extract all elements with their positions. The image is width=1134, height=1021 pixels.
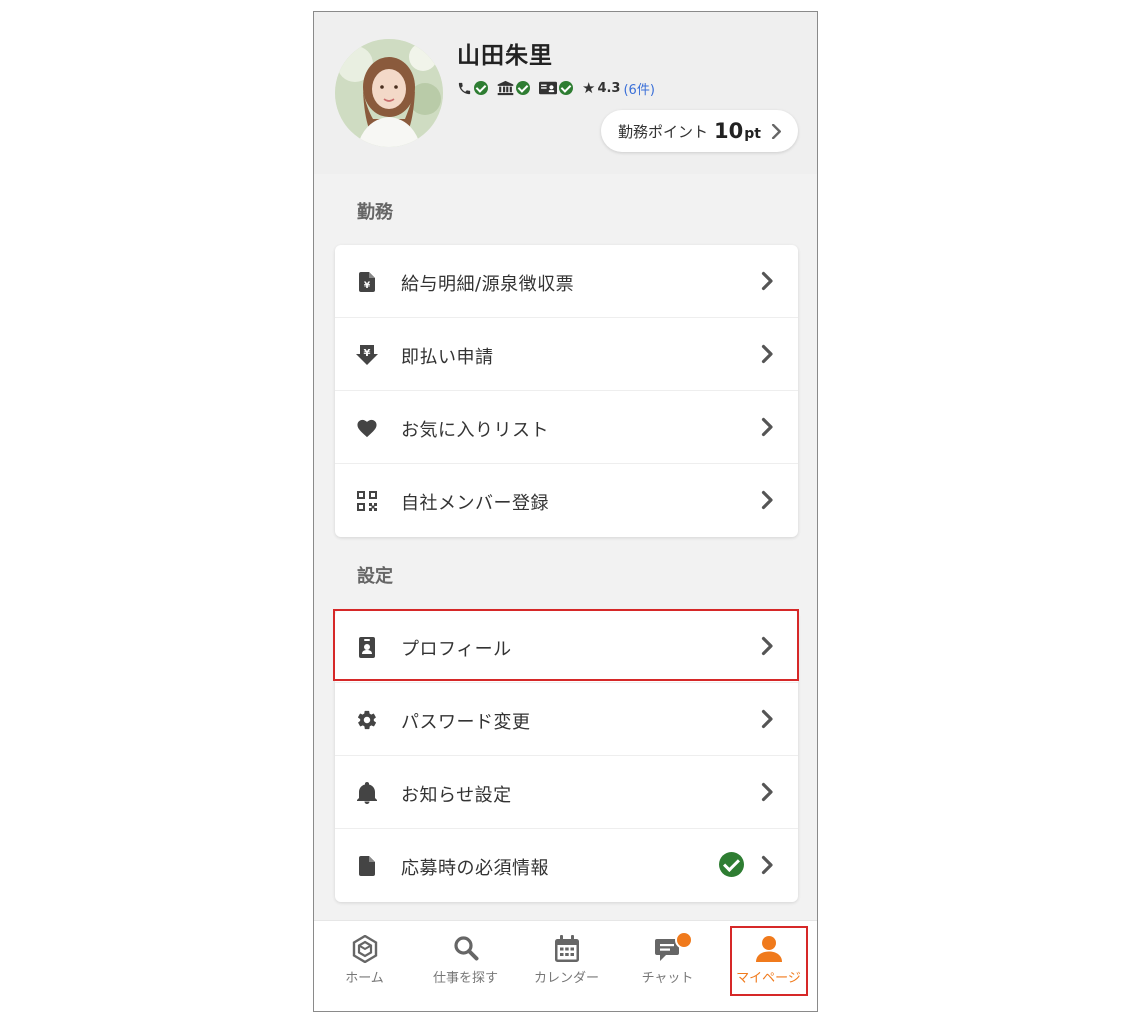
bank-verified-badge xyxy=(497,80,530,96)
section-title-settings: 設定 xyxy=(357,566,393,587)
rating-count-link[interactable]: (6件) xyxy=(623,79,654,98)
bank-icon xyxy=(497,80,514,96)
chevron-right-icon xyxy=(761,855,773,875)
rating-value: 4.3 xyxy=(597,80,621,96)
check-icon xyxy=(559,81,573,95)
settings-menu-card: プロフィール パスワード変更 お知らせ設定 応募時の必須情報 xyxy=(335,610,798,902)
gear-icon xyxy=(355,708,379,732)
check-icon xyxy=(474,81,488,95)
menu-item-instant-pay[interactable]: ¥ 即払い申請 xyxy=(335,318,798,391)
menu-item-payslip[interactable]: ¥ 給与明細/源泉徴収票 xyxy=(335,245,798,318)
svg-text:¥: ¥ xyxy=(364,281,371,291)
profile-header: 山田朱里 ★ 4.3 (6件) 勤務ポイント 10 pt xyxy=(314,12,817,174)
mypage-screen: 山田朱里 ★ 4.3 (6件) 勤務ポイント 10 pt 勤務 ¥ 給与明細/源… xyxy=(313,11,818,1012)
menu-item-label: 応募時の必須情報 xyxy=(401,858,549,879)
menu-item-label: 給与明細/源泉徴収票 xyxy=(401,274,575,295)
tab-label: チャット xyxy=(641,971,694,986)
bottom-tab-bar: ホーム 仕事を探す カレンダー チャット マイページ xyxy=(314,920,817,1011)
menu-item-label: お知らせ設定 xyxy=(401,785,512,806)
phone-icon xyxy=(458,82,471,94)
yen-document-icon: ¥ xyxy=(355,270,379,294)
menu-item-notification-settings[interactable]: お知らせ設定 xyxy=(335,756,798,829)
chevron-right-icon xyxy=(761,417,773,437)
points-label: 勤務ポイント xyxy=(618,122,709,141)
phone-verified-badge xyxy=(457,81,488,96)
menu-item-label: お気に入りリスト xyxy=(401,420,549,441)
calendar-icon xyxy=(554,935,579,962)
heart-icon xyxy=(355,416,379,440)
id-card-icon xyxy=(539,81,557,95)
menu-item-favorites[interactable]: お気に入りリスト xyxy=(335,391,798,464)
check-icon xyxy=(516,81,530,95)
file-icon xyxy=(355,854,379,878)
avatar[interactable] xyxy=(335,39,443,147)
completed-check-icon xyxy=(719,852,744,877)
tab-calendar[interactable]: カレンダー xyxy=(516,921,617,1011)
tab-label: カレンダー xyxy=(533,971,599,986)
menu-item-label: プロフィール xyxy=(401,639,512,660)
points-unit: pt xyxy=(744,126,761,142)
rating: ★ 4.3 (6件) xyxy=(582,79,655,98)
work-menu-card: ¥ 給与明細/源泉徴収票 ¥ 即払い申請 お気に入りリスト 自社メンバー登録 xyxy=(335,245,798,537)
search-icon xyxy=(453,936,478,961)
svg-text:¥: ¥ xyxy=(364,348,371,359)
chevron-right-icon xyxy=(761,490,773,510)
home-cube-icon xyxy=(352,935,377,963)
chevron-right-icon xyxy=(761,782,773,802)
menu-item-label: パスワード変更 xyxy=(401,712,531,733)
id-verified-badge xyxy=(539,81,573,95)
menu-item-label: 即払い申請 xyxy=(401,347,494,368)
tab-chat[interactable]: チャット xyxy=(617,921,718,1011)
menu-item-profile[interactable]: プロフィール xyxy=(335,610,798,683)
verification-badges: ★ 4.3 (6件) xyxy=(457,77,655,99)
menu-item-company-member[interactable]: 自社メンバー登録 xyxy=(335,464,798,537)
chevron-right-icon xyxy=(761,344,773,364)
yen-download-icon: ¥ xyxy=(355,343,379,367)
chevron-right-icon xyxy=(761,709,773,729)
bell-icon xyxy=(355,781,379,805)
qr-code-icon xyxy=(355,489,379,513)
points-value: 10 xyxy=(714,119,744,143)
id-badge-icon xyxy=(355,635,379,659)
notification-dot xyxy=(675,931,693,949)
tab-label: ホーム xyxy=(345,971,384,986)
tab-home[interactable]: ホーム xyxy=(314,921,415,1011)
user-name: 山田朱里 xyxy=(457,43,553,69)
tab-search-jobs[interactable]: 仕事を探す xyxy=(415,921,516,1011)
section-title-work: 勤務 xyxy=(357,202,393,223)
chevron-right-icon xyxy=(761,271,773,291)
menu-item-password-change[interactable]: パスワード変更 xyxy=(335,683,798,756)
menu-item-label: 自社メンバー登録 xyxy=(401,493,549,514)
chevron-right-icon xyxy=(761,636,773,656)
work-points-button[interactable]: 勤務ポイント 10 pt xyxy=(601,110,798,152)
menu-item-required-info[interactable]: 応募時の必須情報 xyxy=(335,829,798,902)
tab-label: 仕事を探す xyxy=(432,971,498,986)
highlight-box-mypage xyxy=(730,926,808,996)
chevron-right-icon xyxy=(771,123,781,139)
star-icon: ★ xyxy=(582,79,596,97)
